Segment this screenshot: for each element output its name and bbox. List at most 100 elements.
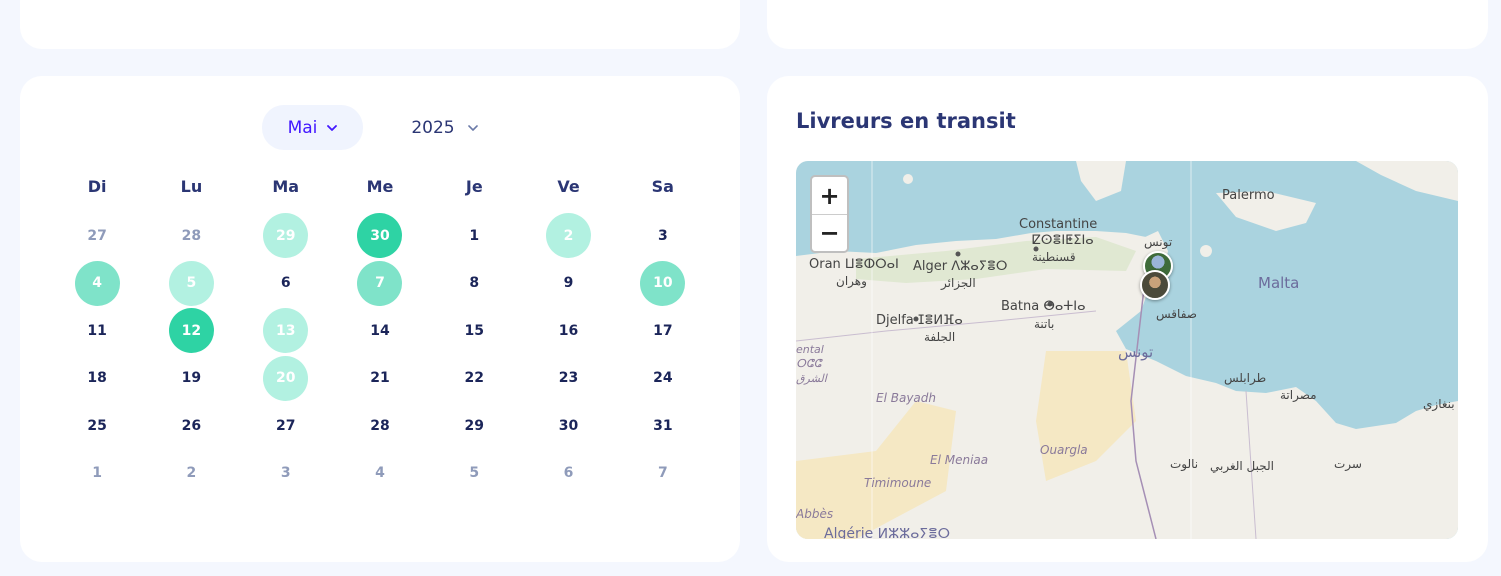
calendar-day[interactable]: 28 — [357, 403, 402, 448]
city-label: Constantine — [1019, 217, 1098, 232]
calendar-day-next-month[interactable]: 2 — [169, 451, 214, 496]
calendar-day[interactable]: 13 — [263, 308, 309, 354]
week-row: 18 19 20 21 22 23 24 — [50, 355, 710, 403]
calendar-day[interactable]: 24 — [640, 356, 685, 401]
calendar-day-next-month[interactable]: 1 — [75, 451, 120, 496]
calendar-day[interactable]: 1 — [452, 213, 497, 258]
calendar-day[interactable]: 10 — [640, 260, 686, 306]
calendar-day[interactable]: 7 — [357, 260, 403, 306]
calendar-day-next-month[interactable]: 3 — [263, 451, 308, 496]
calendar-day[interactable]: 16 — [546, 308, 591, 353]
calendar-day[interactable]: 8 — [452, 261, 497, 306]
calendar-day-next-month[interactable]: 4 — [357, 451, 402, 496]
calendar-day[interactable]: 4 — [74, 260, 120, 306]
zoom-out-button[interactable]: − — [812, 214, 847, 251]
top-right-card — [767, 0, 1488, 49]
calendar-day-prev-month[interactable]: 28 — [169, 213, 214, 258]
calendar-day[interactable]: 19 — [169, 356, 214, 401]
calendar-day[interactable]: 27 — [263, 403, 308, 448]
calendar-day[interactable]: 23 — [546, 356, 591, 401]
city-label: صفاقس — [1156, 307, 1197, 321]
country-label: Algérie ⵍⵣⵣⴰⵢⴻⵔ — [824, 526, 951, 539]
calendar-day[interactable]: 25 — [75, 403, 120, 448]
month-label: Mai — [287, 117, 318, 138]
calendar-day-prev-month[interactable]: 29 — [263, 213, 309, 259]
calendar-day[interactable]: 30 — [546, 403, 591, 448]
month-select[interactable]: Mai — [262, 105, 363, 150]
zoom-control: + − — [810, 175, 849, 253]
city-label: Abbès — [796, 507, 834, 521]
calendar-day[interactable]: 31 — [640, 403, 685, 448]
calendar-day[interactable]: 9 — [546, 261, 591, 306]
courier-marker-avatar[interactable] — [1140, 270, 1170, 300]
calendar-day[interactable]: 17 — [640, 308, 685, 353]
map-card-title: Livreurs en transit — [796, 109, 1016, 133]
year-select[interactable]: 2025 — [394, 105, 495, 150]
region-label: ⵔⵛⵛ — [796, 357, 822, 370]
calendar-day[interactable]: 2 — [546, 213, 592, 259]
calendar-day[interactable]: 18 — [75, 356, 120, 401]
calendar-day[interactable]: 6 — [263, 261, 308, 306]
calendar-day[interactable]: 5 — [168, 260, 214, 306]
week-row: 1 2 3 4 5 6 7 — [50, 450, 710, 498]
calendar-day[interactable]: 22 — [452, 356, 497, 401]
week-row: 27 28 29 30 1 2 3 — [50, 212, 710, 260]
calendar-day[interactable]: 12 — [168, 308, 214, 354]
city-label: الجبل الغربي — [1210, 459, 1275, 473]
chevron-down-icon — [327, 124, 338, 131]
map-card: Livreurs en transit + − Constantine ⵇⵙⴻⵏ… — [767, 76, 1488, 562]
calendar-day[interactable]: 20 — [263, 355, 309, 401]
city-label: وهران — [836, 274, 867, 288]
top-left-card — [20, 0, 740, 49]
city-label: الجزائر — [941, 276, 976, 290]
zoom-in-button[interactable]: + — [812, 177, 847, 214]
city-label: باتنة — [1034, 317, 1055, 331]
weekday-label: Je — [465, 176, 483, 196]
calendar-grid: Di Lu Ma Me Je Ve Sa 27 28 29 30 1 2 3 4… — [50, 166, 710, 497]
weekday-label: Sa — [651, 176, 674, 196]
map-view[interactable]: + − Constantine ⵇⵙⴻⵏⵟⵉⵏⴰ قسنطينة Palermo… — [796, 161, 1458, 539]
city-label: مصراتة — [1280, 388, 1317, 402]
calendar-day[interactable]: 21 — [357, 356, 402, 401]
region-label: ental — [796, 343, 824, 356]
calendar-day[interactable]: 29 — [452, 403, 497, 448]
city-label: تونس — [1144, 235, 1173, 249]
country-label: تونس — [1118, 343, 1154, 361]
calendar-day-prev-month[interactable]: 27 — [75, 213, 120, 258]
calendar-day[interactable]: 14 — [357, 308, 402, 353]
city-label: Timimoune — [864, 476, 932, 490]
week-row: 4 5 6 7 8 9 10 — [50, 260, 710, 308]
calendar-day[interactable]: 26 — [169, 403, 214, 448]
calendar-card: Mai 2025 Di Lu Ma Me Je Ve Sa 27 28 29 3… — [20, 76, 740, 562]
city-label: ⵇⵙⴻⵏⵟⵉⵏⴰ — [1032, 233, 1094, 248]
week-row: 11 12 13 14 15 16 17 — [50, 307, 710, 355]
weekday-label: Ma — [272, 176, 300, 196]
weekday-label: Lu — [180, 176, 203, 196]
calendar-header: Mai 2025 — [20, 105, 740, 150]
city-label: Batna ⴱⴰⵜⵏⴰ — [1001, 299, 1086, 314]
calendar-day[interactable]: 15 — [452, 308, 497, 353]
calendar-day-next-month[interactable]: 5 — [452, 451, 497, 496]
year-label: 2025 — [411, 117, 455, 138]
calendar-day[interactable]: 3 — [640, 213, 685, 258]
city-label: سرت — [1334, 457, 1362, 471]
city-label: El Bayadh — [876, 391, 936, 405]
weekday-label: Di — [87, 176, 107, 196]
calendar-day-next-month[interactable]: 7 — [640, 451, 685, 496]
city-label: نالوت — [1170, 457, 1199, 471]
city-label: Oran ⵡⴻⵀⵔⴰⵏ — [809, 257, 899, 272]
weekday-header-row: Di Lu Ma Me Je Ve Sa — [50, 166, 710, 206]
city-label: Alger ⴷⵣⴰⵢⴻⵔ — [913, 259, 1008, 274]
country-label: Malta — [1258, 274, 1300, 292]
region-label: الشرق — [796, 372, 827, 385]
calendar-day-prev-month[interactable]: 30 — [357, 213, 403, 259]
weekday-label: Ve — [557, 176, 580, 196]
weekday-label: Me — [366, 176, 394, 196]
city-label: Ouargla — [1040, 443, 1088, 457]
calendar-day-next-month[interactable]: 6 — [546, 451, 591, 496]
city-label: طرابلس — [1224, 371, 1267, 385]
week-row: 25 26 27 28 29 30 31 — [50, 402, 710, 450]
city-label: Palermo — [1222, 188, 1275, 203]
city-label: Djelfa ⵊⴻⵍⴼⴰ — [876, 313, 963, 328]
calendar-day[interactable]: 11 — [75, 308, 120, 353]
